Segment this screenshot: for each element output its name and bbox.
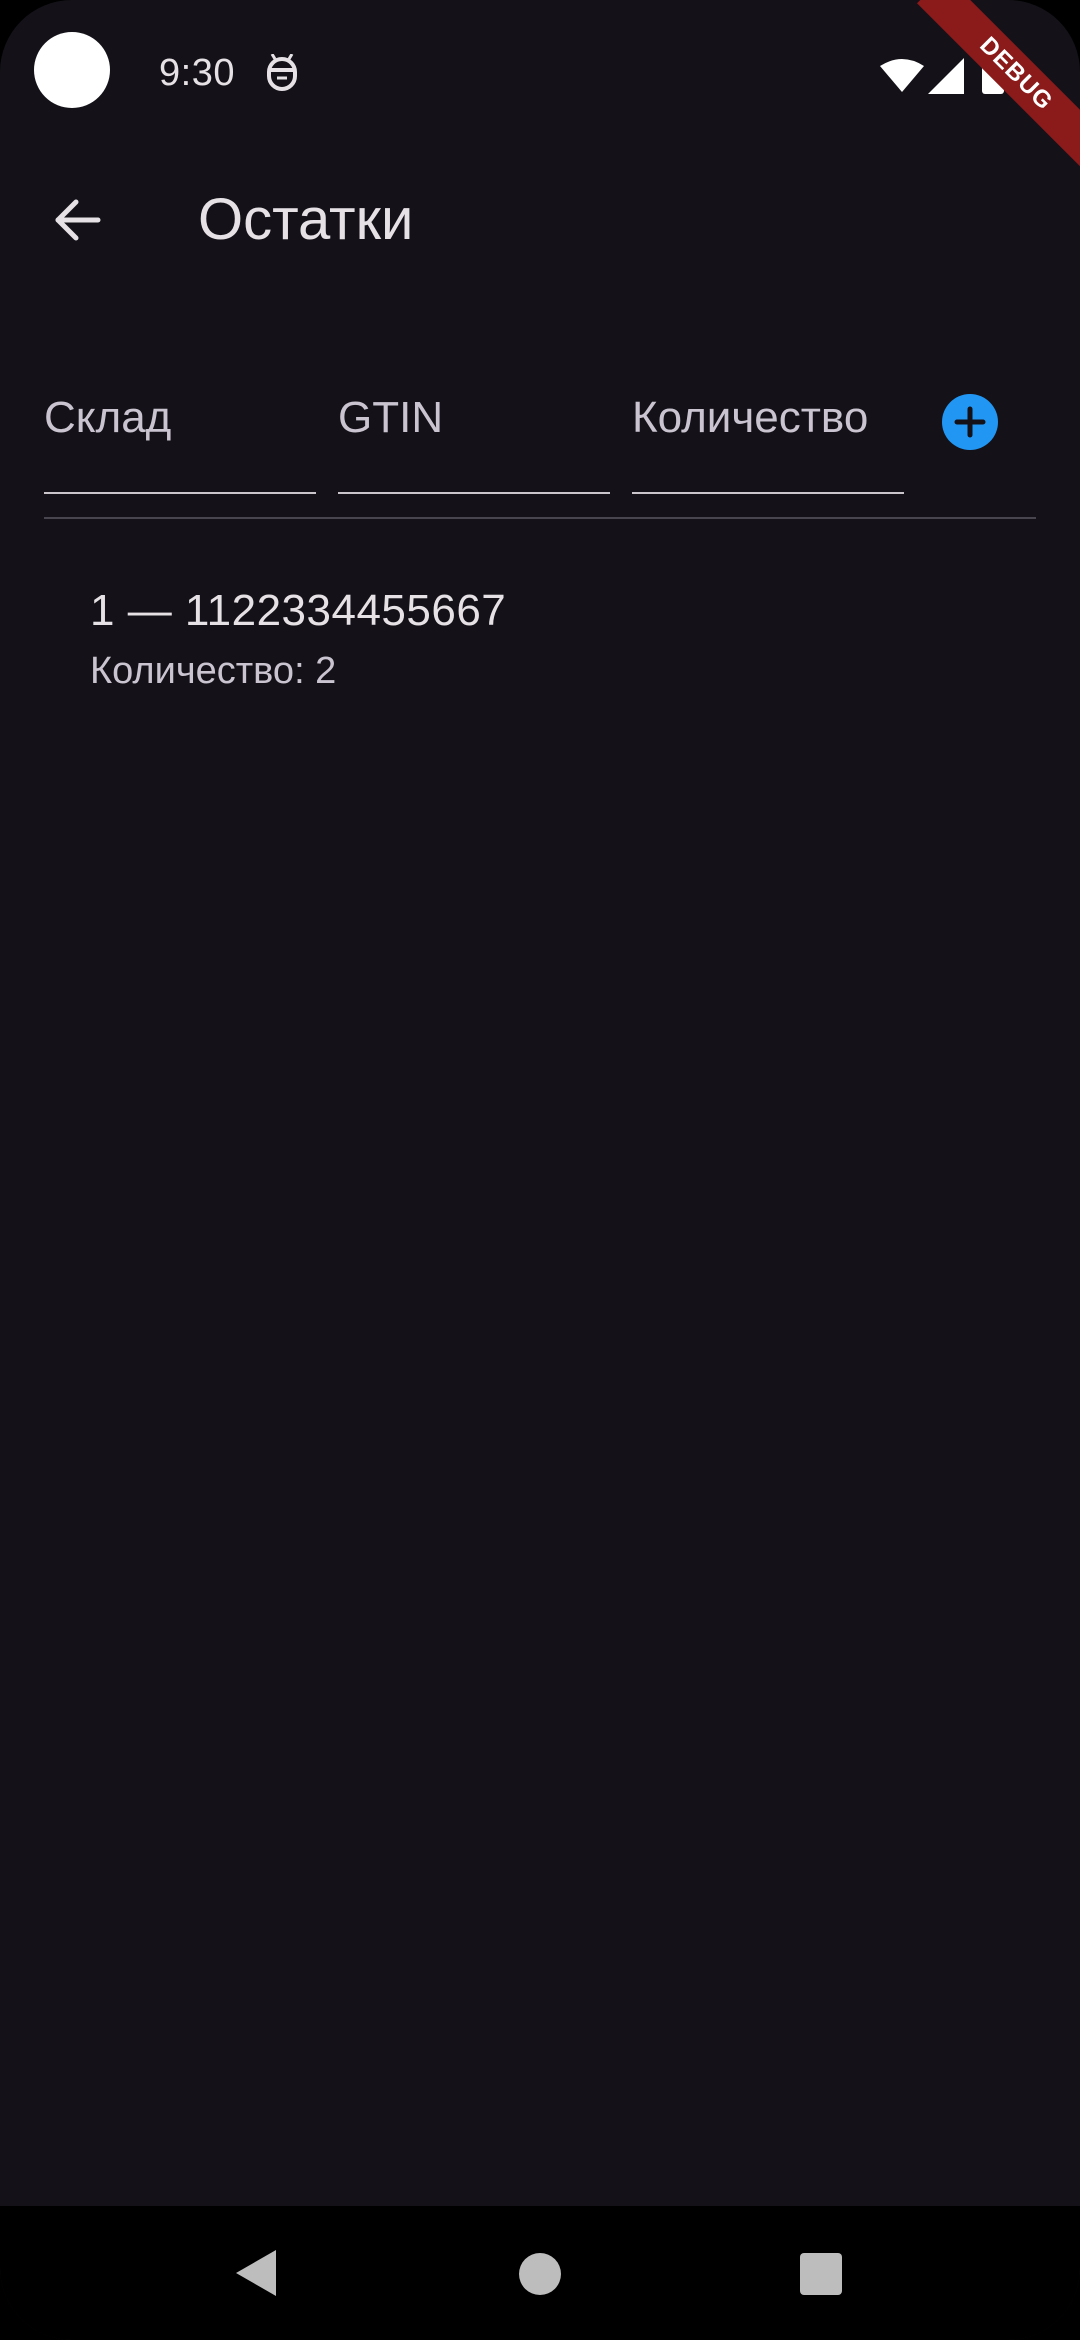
warehouse-input[interactable] — [44, 370, 316, 494]
status-time: 9:30 — [159, 52, 235, 94]
notification-icon — [267, 54, 297, 91]
status-bar: 9:30 — [0, 0, 1080, 150]
add-button[interactable] — [942, 394, 998, 450]
quantity-input[interactable] — [632, 370, 904, 494]
arrow-back-icon — [55, 199, 101, 241]
item-subtitle: Количество: 2 — [90, 650, 337, 692]
gtin-input[interactable] — [338, 370, 610, 494]
stock-list: 1 — 1122334455667 Количество: 2 — [0, 560, 1080, 716]
signal-icon — [928, 58, 964, 94]
nav-back-icon[interactable] — [236, 2250, 276, 2296]
wifi-icon — [880, 59, 924, 92]
system-nav-bar — [0, 2206, 1080, 2340]
gtin-field — [338, 370, 610, 496]
page-title: Остатки — [198, 187, 414, 252]
item-title: 1 — 1122334455667 — [90, 586, 507, 635]
nav-recents-icon[interactable] — [800, 2253, 842, 2295]
add-icon — [954, 406, 986, 438]
app-screen: 9:30 DEBUG Остатки Склад GTIN Количество… — [0, 0, 1080, 2340]
divider — [44, 517, 1036, 519]
list-item[interactable]: 1 — 1122334455667 Количество: 2 — [0, 560, 1080, 716]
quantity-field — [632, 370, 904, 496]
back-button[interactable] — [40, 182, 116, 258]
nav-home-icon[interactable] — [519, 2253, 561, 2295]
app-bar: Остатки — [0, 150, 1080, 292]
add-stock-form — [0, 370, 1080, 500]
warehouse-field — [44, 370, 316, 496]
camera-cutout — [34, 32, 110, 108]
